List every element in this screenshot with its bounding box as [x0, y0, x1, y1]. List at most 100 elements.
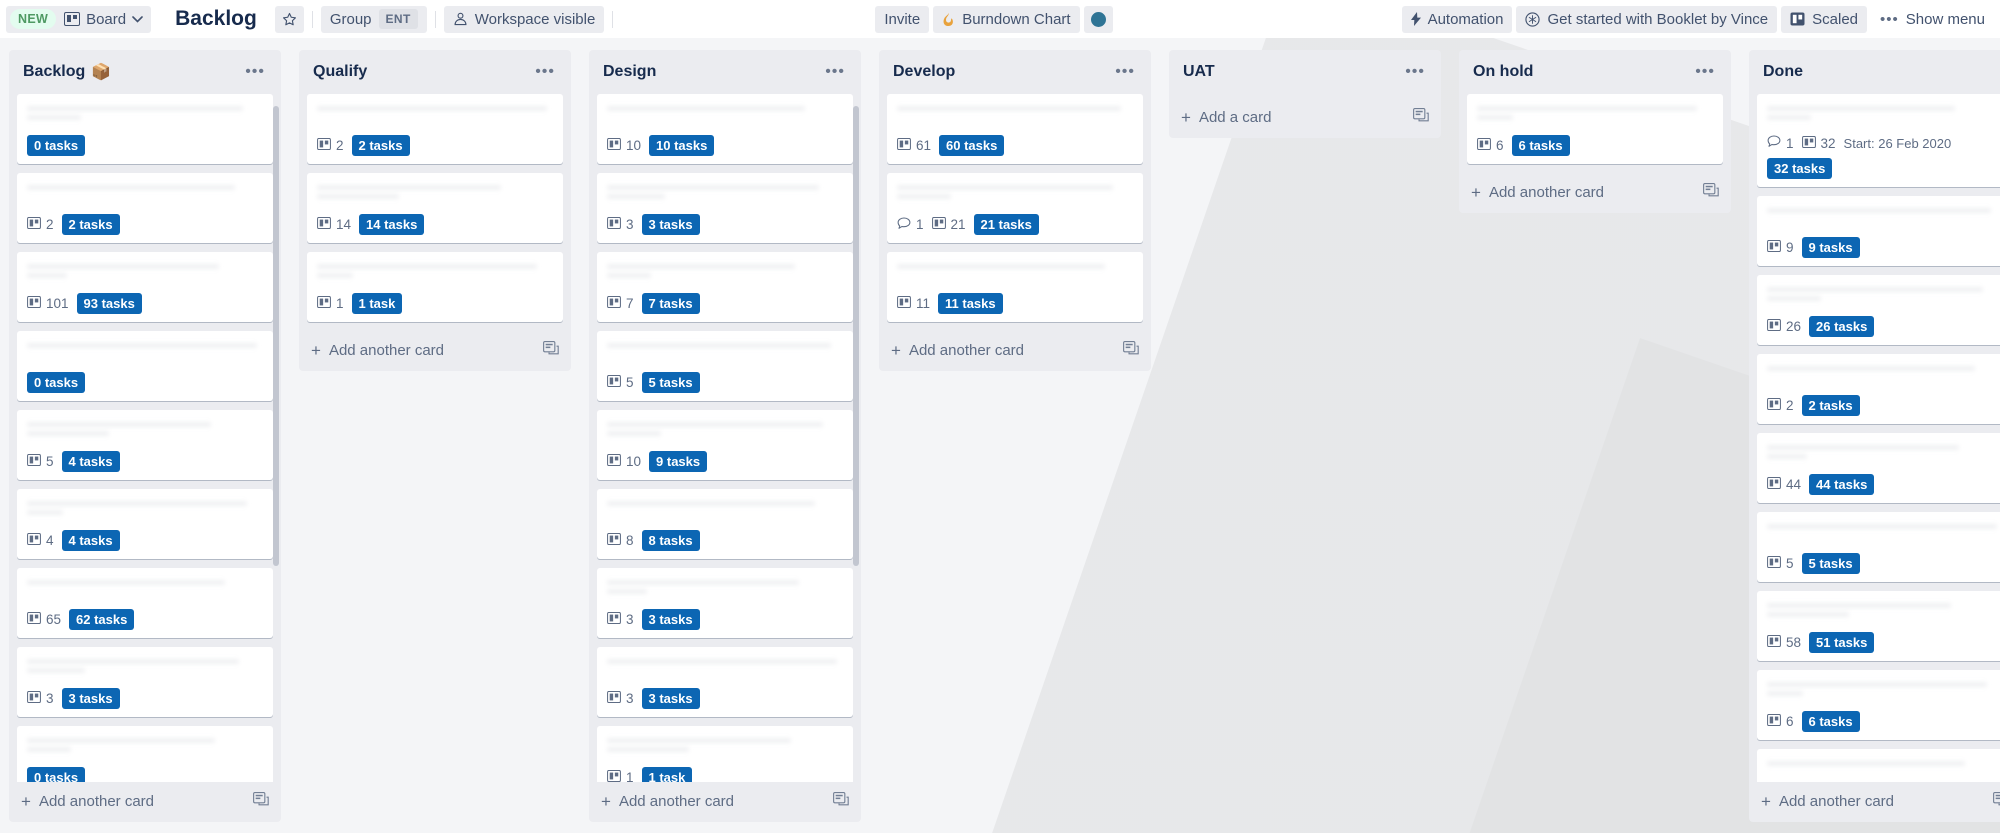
template-card-icon[interactable] — [1993, 792, 2000, 810]
template-card-icon[interactable] — [1123, 341, 1139, 359]
list-header[interactable]: On hold ••• — [1459, 50, 1731, 94]
card-title — [27, 656, 263, 676]
add-card-button[interactable]: + Add another card — [299, 331, 571, 371]
list-menu-button[interactable]: ••• — [819, 64, 851, 80]
card[interactable]: 6 6 tasks — [1467, 94, 1723, 164]
card[interactable]: 1 1 task — [307, 252, 563, 322]
card[interactable]: 2 2 tasks — [1757, 354, 2000, 424]
board-icon — [1767, 555, 1781, 571]
board-link-badge: 5 — [1767, 555, 1794, 571]
card-title — [317, 182, 553, 202]
card[interactable]: 3 3 tasks — [17, 647, 273, 717]
card[interactable]: 26 26 tasks — [1757, 275, 2000, 345]
add-card-button[interactable]: + Add another card — [1459, 173, 1731, 213]
task-count-pill: 62 tasks — [69, 609, 135, 630]
card[interactable]: 22Start: 3 Mar 202020 tasks — [1757, 749, 2000, 782]
list-scrollbar[interactable] — [853, 106, 859, 566]
burndown-chart-button[interactable]: Burndown Chart — [933, 5, 1080, 33]
add-card-button[interactable]: + Add another card — [1749, 782, 2000, 822]
show-menu-button[interactable]: ••• Show menu — [1871, 6, 1994, 33]
card[interactable]: 1 32 Start: 26 Feb 2020 32 tasks — [1757, 94, 2000, 187]
invite-button[interactable]: Invite — [875, 5, 930, 33]
board-link-badge: 5 — [27, 453, 54, 469]
card[interactable]: 61 60 tasks — [887, 94, 1143, 164]
star-board-button[interactable] — [274, 5, 304, 33]
board-count: 5 — [626, 375, 634, 390]
card[interactable]: 0 tasks — [17, 726, 273, 782]
card[interactable]: 3 3 tasks — [597, 647, 853, 717]
card-title — [607, 261, 843, 281]
list-header[interactable]: Design ••• — [589, 50, 861, 94]
scaled-button[interactable]: Scaled — [1781, 5, 1868, 33]
board-icon — [607, 769, 621, 782]
board-switcher[interactable]: NEW Board — [6, 5, 152, 33]
add-card-button[interactable]: + Add another card — [9, 782, 281, 822]
card[interactable]: 44 44 tasks — [1757, 433, 2000, 503]
task-count-pill: 4 tasks — [61, 530, 120, 551]
burndown-chart-label: Burndown Chart — [962, 10, 1071, 28]
list-header[interactable]: Backlog 📦 ••• — [9, 50, 281, 94]
card[interactable]: 7 7 tasks — [597, 252, 853, 322]
template-card-icon[interactable] — [253, 792, 269, 810]
add-card-label: Add a card — [1198, 108, 1272, 126]
add-card-button[interactable]: + Add another card — [589, 782, 861, 822]
board-icon — [317, 295, 331, 311]
card[interactable]: 10 9 tasks — [597, 410, 853, 480]
card[interactable]: 2 2 tasks — [17, 173, 273, 243]
invite-label: Invite — [884, 10, 921, 28]
card[interactable]: 65 62 tasks — [17, 568, 273, 638]
template-card-icon[interactable] — [833, 792, 849, 810]
list-header[interactable]: UAT ••• — [1169, 50, 1441, 94]
board-icon — [607, 532, 621, 548]
add-card-button[interactable]: + Add a card — [1169, 94, 1441, 138]
powerup-button[interactable]: Get started with Booklet by Vince — [1516, 5, 1778, 33]
list-header[interactable]: Done — [1749, 50, 2000, 94]
card[interactable]: 11 11 tasks — [887, 252, 1143, 322]
list-menu-button[interactable]: ••• — [1689, 64, 1721, 80]
card[interactable]: 8 8 tasks — [597, 489, 853, 559]
task-count-pill: 6 tasks — [1511, 135, 1570, 156]
list-menu-button[interactable]: ••• — [529, 64, 561, 80]
card[interactable]: 9 9 tasks — [1757, 196, 2000, 266]
template-card-icon[interactable] — [1413, 108, 1429, 126]
board-count: 32 — [1820, 135, 1836, 151]
member-avatar-button[interactable] — [1083, 5, 1113, 33]
card[interactable]: 0 tasks — [17, 94, 273, 164]
comment-count: 1 — [1786, 135, 1794, 151]
list-done: Done 1 32 Start: 26 Feb 2020 32 tasks 9 9 task… — [1749, 50, 2000, 822]
template-card-icon[interactable] — [543, 341, 559, 359]
board-icon — [607, 137, 621, 153]
add-card-button[interactable]: + Add another card — [879, 331, 1151, 371]
plus-icon: + — [1181, 107, 1191, 127]
card-badges: 11 11 tasks — [897, 293, 1133, 314]
card-badges: 2 2 tasks — [317, 135, 553, 156]
card[interactable]: 0 tasks — [17, 331, 273, 401]
card[interactable]: 58 51 tasks — [1757, 591, 2000, 661]
card[interactable]: 14 14 tasks — [307, 173, 563, 243]
list-menu-button[interactable]: ••• — [239, 64, 271, 80]
list-header[interactable]: Qualify ••• — [299, 50, 571, 94]
list-header[interactable]: Develop ••• — [879, 50, 1151, 94]
card[interactable]: 101 93 tasks — [17, 252, 273, 322]
card[interactable]: 3 3 tasks — [597, 173, 853, 243]
automation-button[interactable]: Automation — [1401, 5, 1513, 33]
card[interactable]: 4 4 tasks — [17, 489, 273, 559]
card[interactable]: 5 4 tasks — [17, 410, 273, 480]
card[interactable]: 3 3 tasks — [597, 568, 853, 638]
show-menu-label: Show menu — [1905, 10, 1985, 28]
card[interactable]: 1 1 task — [597, 726, 853, 782]
scaled-label: Scaled — [1812, 10, 1859, 28]
group-button[interactable]: Group ENT — [320, 5, 427, 33]
visibility-button[interactable]: Workspace visible — [443, 5, 605, 33]
board-count: 65 — [46, 612, 62, 627]
template-card-icon[interactable] — [1703, 183, 1719, 201]
list-menu-button[interactable]: ••• — [1399, 64, 1431, 80]
list-menu-button[interactable]: ••• — [1109, 64, 1141, 80]
card[interactable]: 6 6 tasks — [1757, 670, 2000, 740]
card[interactable]: 2 2 tasks — [307, 94, 563, 164]
card[interactable]: 5 5 tasks — [597, 331, 853, 401]
card[interactable]: 1 21 21 tasks — [887, 173, 1143, 243]
card[interactable]: 10 10 tasks — [597, 94, 853, 164]
list-scrollbar[interactable] — [273, 106, 279, 566]
card[interactable]: 5 5 tasks — [1757, 512, 2000, 582]
